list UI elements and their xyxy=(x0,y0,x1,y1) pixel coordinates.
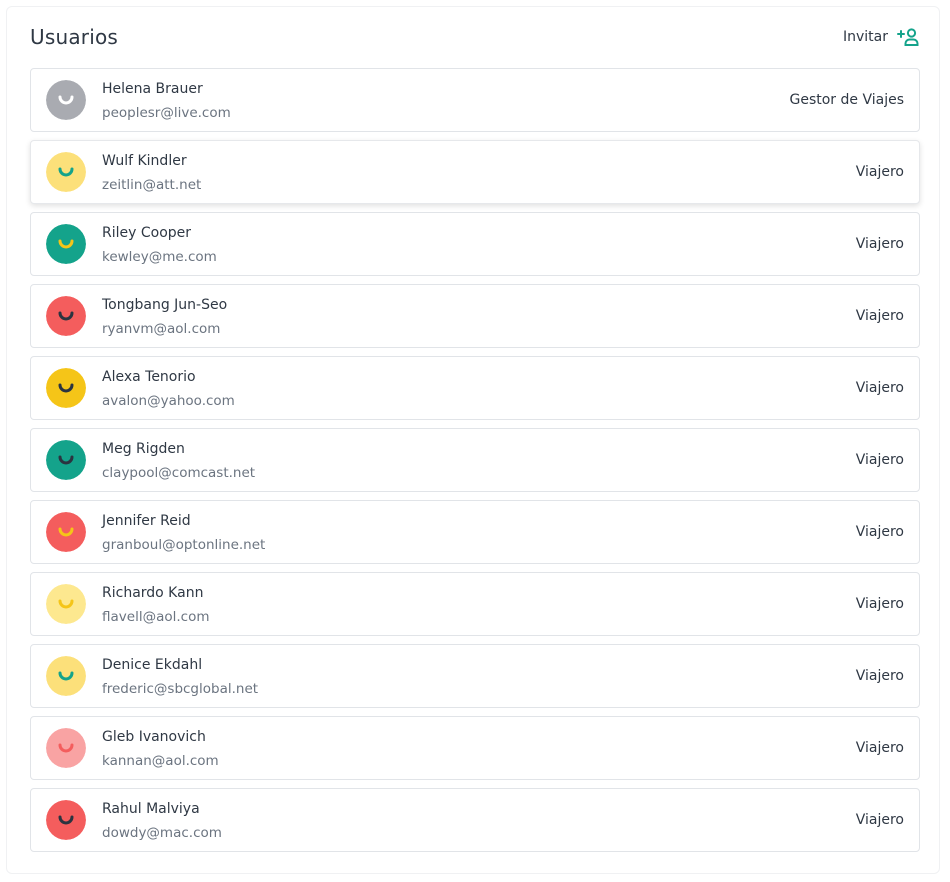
avatar xyxy=(46,584,86,624)
user-role: Gestor de Viajes xyxy=(789,92,904,108)
smile-icon xyxy=(46,440,86,480)
user-name: Richardo Kann xyxy=(102,585,204,601)
user-name: Gleb Ivanovich xyxy=(102,729,206,745)
invite-button[interactable]: Invitar xyxy=(843,27,920,47)
page-title: Usuarios xyxy=(30,25,119,49)
smile-icon xyxy=(46,296,86,336)
user-name: Wulf Kindler xyxy=(102,153,187,169)
user-role: Viajero xyxy=(855,812,904,828)
smile-icon xyxy=(46,368,86,408)
smile-icon xyxy=(46,728,86,768)
user-role: Viajero xyxy=(855,164,904,180)
smile-icon xyxy=(46,656,86,696)
smile-icon xyxy=(46,152,86,192)
user-role: Viajero xyxy=(855,380,904,396)
user-role: Viajero xyxy=(855,524,904,540)
user-row[interactable]: Helena Brauer peoplesr@live.com Gestor de … xyxy=(30,68,920,132)
avatar xyxy=(46,800,86,840)
avatar xyxy=(46,224,86,264)
smile-icon xyxy=(46,512,86,552)
user-role: Viajero xyxy=(855,308,904,324)
avatar xyxy=(46,296,86,336)
user-row[interactable]: Wulf Kindler zeitlin@att.net Viajero xyxy=(30,140,920,204)
user-name: Meg Rigden xyxy=(102,441,185,457)
user-row[interactable]: Richardo Kann flavell@aol.com Viajero xyxy=(30,572,920,636)
user-row[interactable]: Rahul Malviya dowdy@mac.com Viajero xyxy=(30,788,920,852)
user-row[interactable]: Denice Ekdahl frederic@sbcglobal.net Viaje… xyxy=(30,644,920,708)
avatar xyxy=(46,440,86,480)
user-email: flavell@aol.com xyxy=(102,609,210,625)
panel-header: Usuarios Invitar xyxy=(30,20,920,54)
user-role: Viajero xyxy=(855,668,904,684)
avatar xyxy=(46,656,86,696)
user-email: avalon@yahoo.com xyxy=(102,393,235,409)
avatar xyxy=(46,728,86,768)
user-row[interactable]: Riley Cooper kewley@me.com Viajero xyxy=(30,212,920,276)
invite-label: Invitar xyxy=(842,29,888,45)
user-row[interactable]: Alexa Tenorio avalon@yahoo.com Viajero xyxy=(30,356,920,420)
user-list: Helena Brauer peoplesr@live.com Gestor de … xyxy=(30,68,920,860)
user-row[interactable]: Gleb Ivanovich kannan@aol.com Viajero xyxy=(30,716,920,780)
user-email: kannan@aol.com xyxy=(102,753,219,769)
user-email: frederic@sbcglobal.net xyxy=(102,681,259,697)
smile-icon xyxy=(46,80,86,120)
user-name: Tongbang Jun-Seo xyxy=(102,297,228,313)
user-email: kewley@me.com xyxy=(102,249,217,265)
user-row[interactable]: Tongbang Jun-Seo ryanvm@aol.com Viajero xyxy=(30,284,920,348)
user-email: peoplesr@live.com xyxy=(102,105,231,121)
user-role: Viajero xyxy=(855,452,904,468)
user-role: Viajero xyxy=(855,740,904,756)
user-name: Jennifer Reid xyxy=(102,513,191,529)
smile-icon xyxy=(46,584,86,624)
user-email: zeitlin@att.net xyxy=(102,177,202,193)
avatar xyxy=(46,80,86,120)
user-name: Riley Cooper xyxy=(102,225,192,241)
user-name: Rahul Malviya xyxy=(102,801,200,817)
user-email: dowdy@mac.com xyxy=(102,825,222,841)
avatar xyxy=(46,152,86,192)
smile-icon xyxy=(46,800,86,840)
user-row[interactable]: Jennifer Reid granboul@optonline.net Viaje… xyxy=(30,500,920,564)
user-name: Denice Ekdahl xyxy=(102,657,203,673)
smile-icon xyxy=(46,224,86,264)
user-role: Viajero xyxy=(855,596,904,612)
avatar xyxy=(46,512,86,552)
user-name: Helena Brauer xyxy=(102,81,203,97)
user-row[interactable]: Meg Rigden claypool@comcast.net Viajero xyxy=(30,428,920,492)
user-email: granboul@optonline.net xyxy=(102,537,266,553)
add-user-icon xyxy=(896,27,920,47)
user-role: Viajero xyxy=(855,236,904,252)
user-email: claypool@comcast.net xyxy=(102,465,256,481)
user-name: Alexa Tenorio xyxy=(102,369,196,385)
avatar xyxy=(46,368,86,408)
user-email: ryanvm@aol.com xyxy=(102,321,221,337)
